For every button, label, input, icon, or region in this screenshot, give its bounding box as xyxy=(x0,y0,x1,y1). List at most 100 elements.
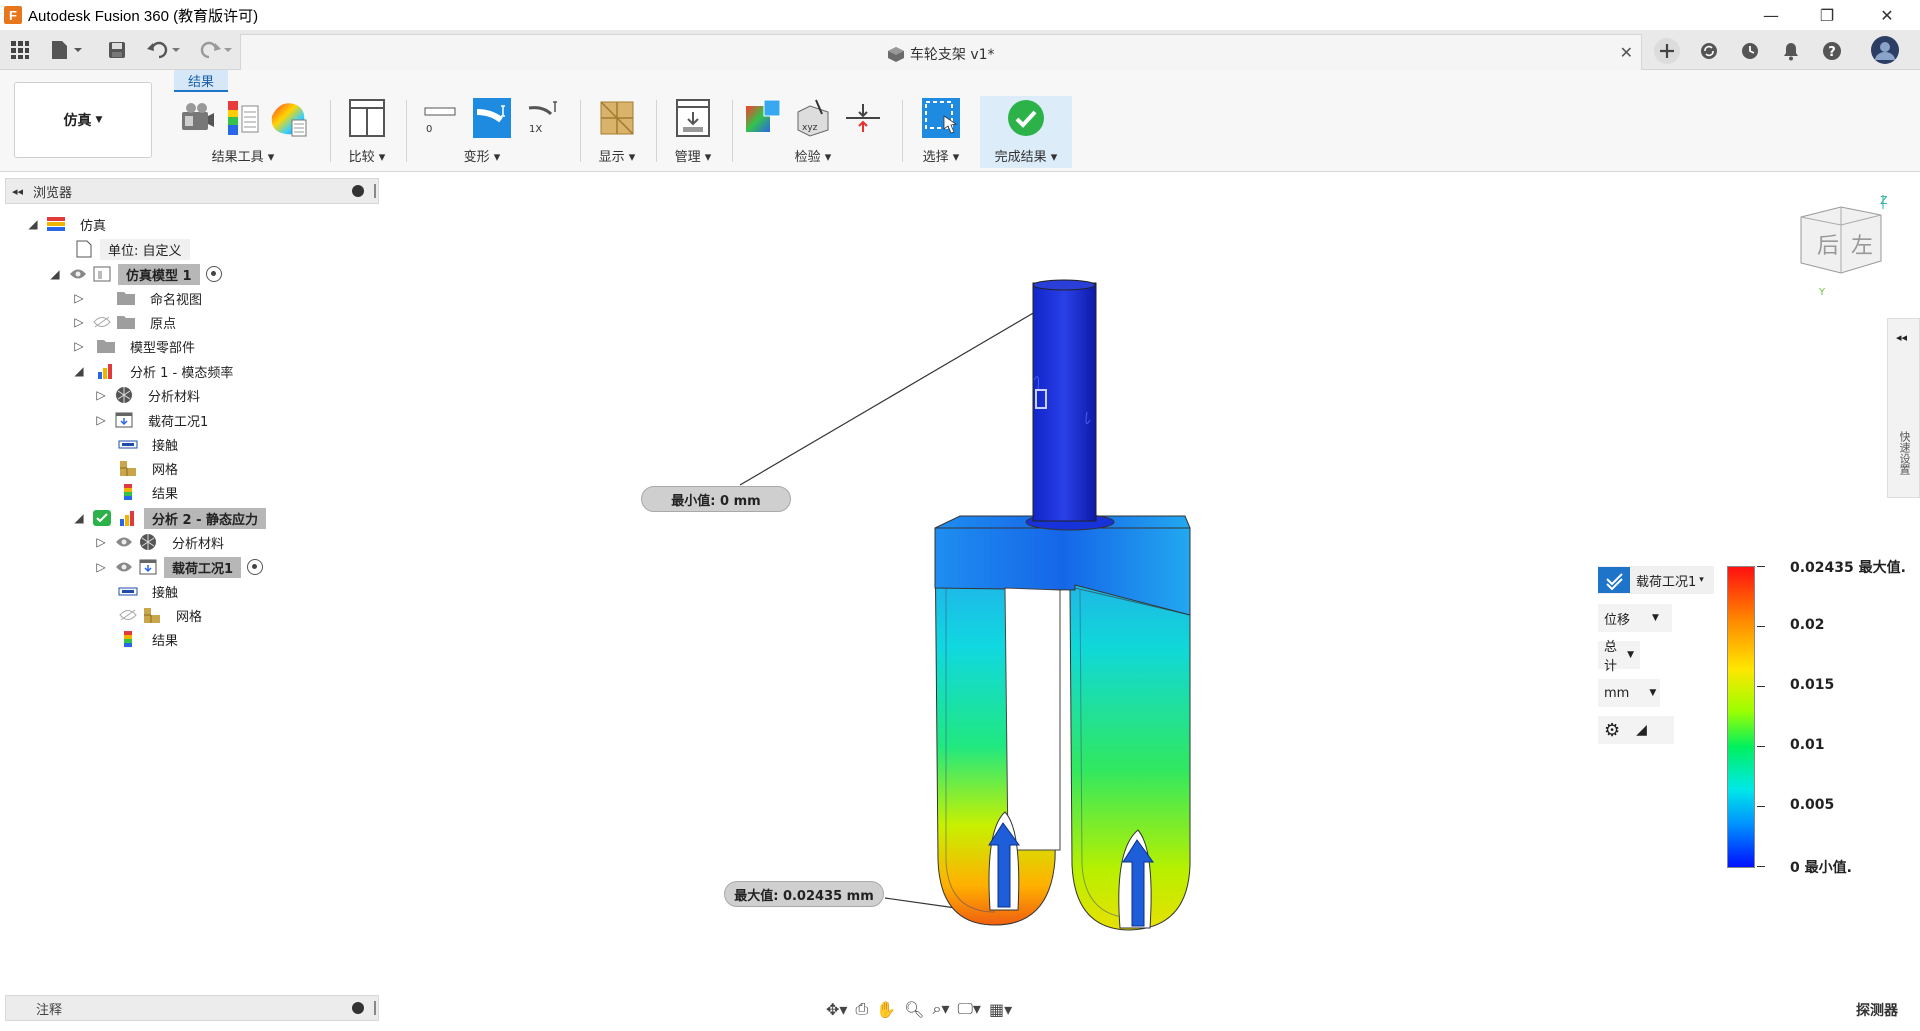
display-label: 显示 xyxy=(598,150,625,165)
title-bar: F Autodesk Fusion 360 (教育版许可) — ❐ ✕ xyxy=(0,0,1920,30)
deform-label: 变形 xyxy=(463,150,490,165)
deform-group[interactable]: 0 1X 变形 ▾ xyxy=(412,98,572,166)
select-label: 选择 xyxy=(922,150,949,165)
compare-label: 比较 xyxy=(348,150,375,165)
svg-text:0: 0 xyxy=(426,124,432,135)
navigation-bar: ✥▾ ⎙ ✋ 🔍︎ ⌕▾ 🖵▾ ▦▾ xyxy=(826,994,1086,1024)
compare-icon[interactable] xyxy=(348,98,386,138)
component-icon xyxy=(887,47,909,63)
finish-results-group[interactable]: 完成结果 ▾ xyxy=(980,96,1072,168)
window-title: Autodesk Fusion 360 (教育版许可) xyxy=(28,7,259,25)
svg-text:xyz: xyz xyxy=(802,123,818,133)
legend-tick-label: 0.01 xyxy=(1790,737,1825,753)
min-leader-line xyxy=(739,311,1036,486)
load-case-dropdown[interactable]: 载荷工况1 ▾ xyxy=(1598,566,1714,594)
notes-add-icon[interactable] xyxy=(352,1002,364,1014)
undo-icon[interactable] xyxy=(146,39,184,61)
legend-options-icon[interactable]: ◢ xyxy=(1636,722,1647,738)
notifications-icon[interactable] xyxy=(1778,38,1804,64)
svg-text:1X: 1X xyxy=(529,124,542,135)
inspect-group[interactable]: xyz 检验 ▾ xyxy=(738,98,888,166)
min-value-callout[interactable]: 最小值: 0 mm xyxy=(641,486,791,512)
inspect-label: 检验 xyxy=(794,150,821,165)
legend-tick-label: 0.02 xyxy=(1790,617,1825,633)
redo-icon[interactable] xyxy=(196,39,234,61)
orbit-icon[interactable]: ✥▾ xyxy=(826,1000,847,1019)
view-cube[interactable]: 后 左 Z Y xyxy=(1795,194,1895,305)
legend-tick-mark xyxy=(1757,866,1765,867)
legend-tick-label: 0 最小值. xyxy=(1790,860,1852,876)
close-window-button[interactable]: ✕ xyxy=(1864,0,1910,30)
restore-button[interactable]: ❐ xyxy=(1804,0,1850,30)
legend-tick-label: 0.005 xyxy=(1790,797,1835,813)
result-tools-group[interactable]: 结果工具 ▾ xyxy=(168,98,318,166)
surface-probes-icon[interactable] xyxy=(744,98,782,138)
toolbar-divider xyxy=(656,100,657,162)
display-settings-icon[interactable]: 🖵▾ xyxy=(957,999,980,1019)
job-status-icon[interactable] xyxy=(1737,38,1763,64)
toolbar-divider xyxy=(902,100,903,162)
new-tab-icon[interactable] xyxy=(1654,38,1680,64)
result-tools-label: 结果工具 xyxy=(211,150,264,165)
grid-settings-icon[interactable]: ▦▾ xyxy=(989,1000,1012,1019)
wheel-bracket-model[interactable] xyxy=(934,279,1191,931)
look-at-icon[interactable]: ⎙ xyxy=(855,999,868,1019)
document-title: 车轮支架 v1* xyxy=(909,47,995,63)
load-case-check-icon[interactable] xyxy=(1598,567,1630,593)
minimize-button[interactable]: — xyxy=(1748,0,1794,30)
xyz-probe-icon[interactable]: xyz xyxy=(794,98,832,138)
unit-dropdown[interactable]: mm ▼ xyxy=(1598,679,1660,707)
max-value-callout[interactable]: 最大值: 0.02435 mm xyxy=(724,881,884,907)
animate-icon[interactable] xyxy=(178,98,216,138)
manage-group[interactable]: 管理 ▾ xyxy=(662,98,724,166)
notes-title: 注释 xyxy=(36,1002,63,1018)
section-analysis-icon[interactable] xyxy=(844,98,882,138)
toolbar-divider xyxy=(580,100,581,162)
fusion-logo-icon: F xyxy=(4,6,22,24)
fit-icon[interactable]: ⌕▾ xyxy=(932,999,949,1019)
extensions-icon[interactable] xyxy=(1696,38,1722,64)
close-tab-button[interactable]: ✕ xyxy=(1620,43,1633,62)
user-avatar[interactable] xyxy=(1870,35,1900,65)
color-scale-bar xyxy=(1727,566,1755,868)
result-type-dropdown[interactable]: 位移 ▼ xyxy=(1598,604,1672,632)
viewcube-left-label[interactable]: 左 xyxy=(1851,234,1873,259)
pan-hand-icon[interactable]: ✋ xyxy=(876,1000,896,1019)
tab-results[interactable]: 结果 xyxy=(174,70,228,92)
actual-deformation-icon[interactable]: 1X xyxy=(525,98,563,138)
legend-tick-label: 0.02435 最大值. xyxy=(1790,560,1906,576)
save-icon[interactable] xyxy=(108,39,126,61)
app-grid-icon[interactable] xyxy=(10,39,30,61)
quick-setup-panel[interactable]: ◂◂ 快速设置 xyxy=(1887,318,1920,498)
expand-panel-icon[interactable]: ◂◂ xyxy=(1896,331,1907,344)
result-details-icon[interactable] xyxy=(270,98,308,138)
workspace-switcher[interactable]: 仿真 ▼ xyxy=(14,82,152,158)
finish-results-label: 完成结果 xyxy=(994,150,1047,165)
gear-icon[interactable]: ⚙ xyxy=(1604,720,1620,741)
svg-text:?: ? xyxy=(1828,45,1836,60)
quick-access-bar: 车轮支架 v1* ✕ ? xyxy=(0,30,1920,70)
adjusted-deformation-icon[interactable] xyxy=(473,98,511,138)
no-deformation-icon[interactable]: 0 xyxy=(421,98,459,138)
display-icon[interactable] xyxy=(598,98,636,138)
manage-icon[interactable] xyxy=(674,98,712,138)
inspector-label[interactable]: 探测器 xyxy=(1856,1000,1898,1020)
select-icon[interactable] xyxy=(922,98,960,138)
quick-setup-label: 快速设置 xyxy=(1898,431,1911,475)
select-group[interactable]: 选择 ▾ xyxy=(910,98,972,166)
file-menu-icon[interactable] xyxy=(50,39,84,61)
ribbon-toolbar: 仿真 ▼ 结果 结果工具 ▾ 比较 ▾ 0 1X 变形 ▾ 显示 ▾ 管理 ▾ … xyxy=(0,70,1920,172)
notes-panel[interactable]: 注释 xyxy=(5,995,379,1021)
axis-z-label: Z xyxy=(1880,195,1888,207)
zoom-icon[interactable]: 🔍︎ xyxy=(904,1000,924,1019)
viewcube-back-label[interactable]: 后 xyxy=(1817,234,1839,259)
panel-resize-icon[interactable] xyxy=(374,1001,376,1015)
compare-group[interactable]: 比较 ▾ xyxy=(336,98,398,166)
finish-results-icon[interactable] xyxy=(1007,98,1045,138)
document-tab[interactable]: 车轮支架 v1* ✕ xyxy=(240,34,1642,70)
legend-tick-mark xyxy=(1757,746,1765,747)
component-dropdown[interactable]: 总计 ▼ xyxy=(1598,640,1640,674)
display-group[interactable]: 显示 ▾ xyxy=(586,98,648,166)
help-icon[interactable]: ? xyxy=(1819,38,1845,64)
probe-plot-icon[interactable] xyxy=(224,98,262,138)
